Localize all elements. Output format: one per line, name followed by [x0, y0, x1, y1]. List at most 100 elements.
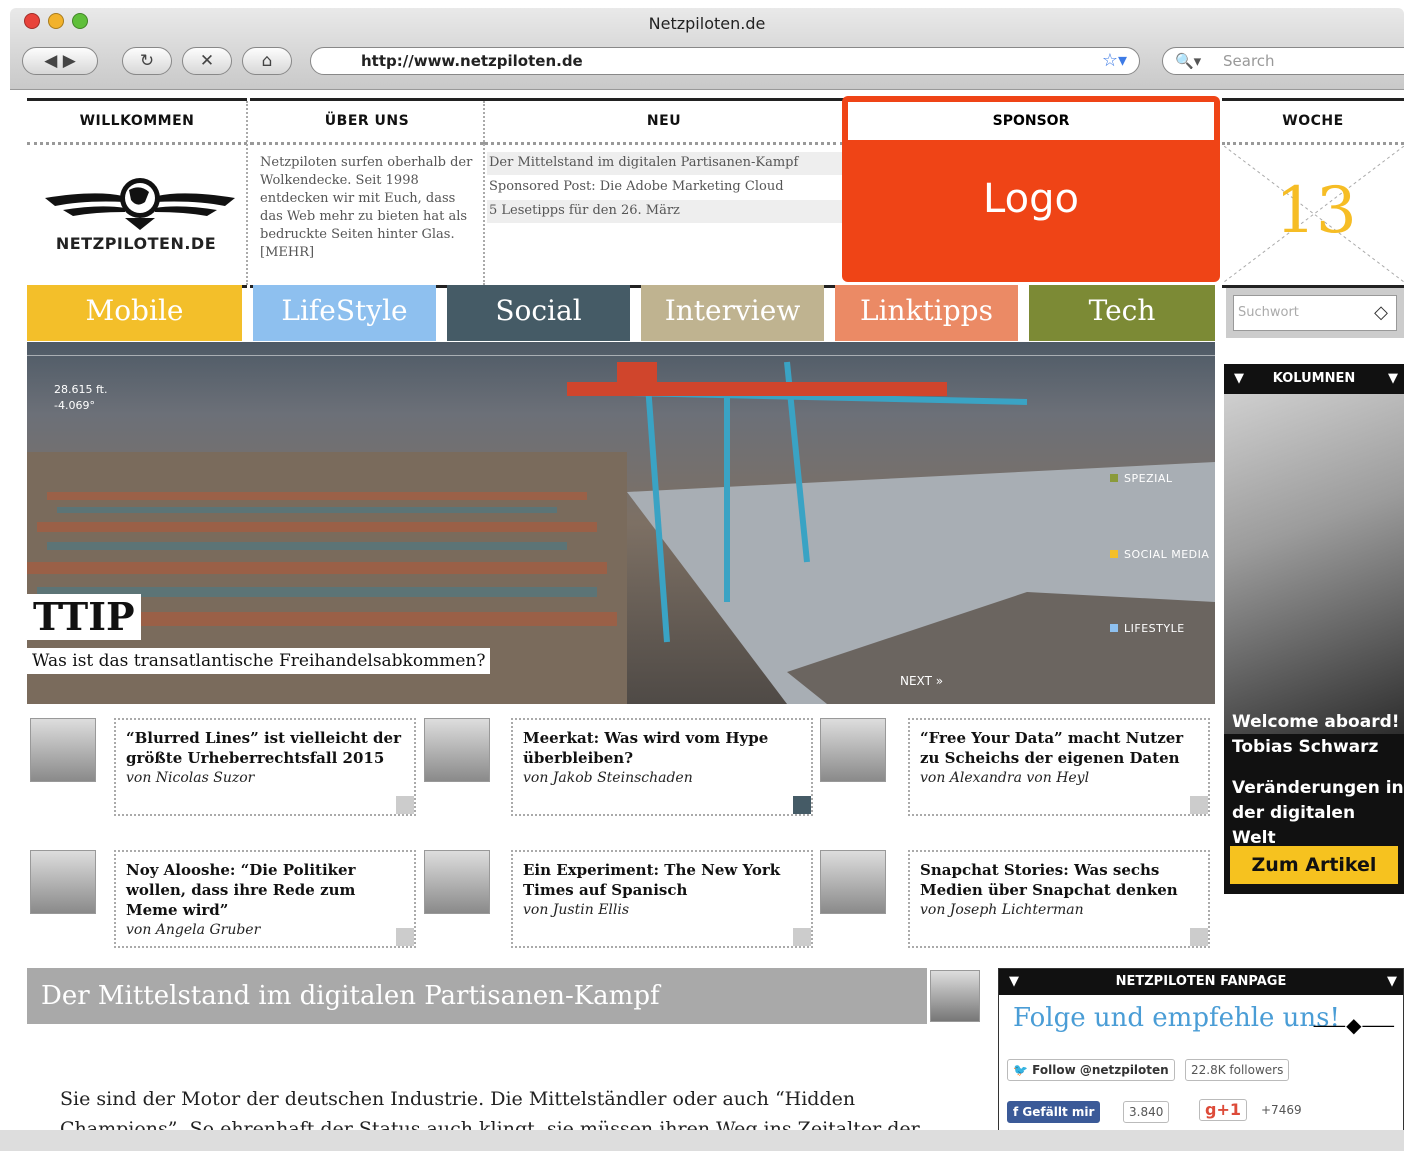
- sponsor-box[interactable]: SPONSOR Logo: [842, 96, 1220, 282]
- article-card[interactable]: “Blurred Lines” ist vielleicht der größt…: [114, 718, 416, 816]
- article-card[interactable]: Meerkat: Was wird vom Hype überbleiben? v…: [511, 718, 813, 816]
- site-search: Suchwort ◇: [1226, 288, 1404, 338]
- netzpiloten-logo-icon[interactable]: [45, 168, 235, 238]
- home-button[interactable]: ⌂: [242, 47, 292, 75]
- triangle-down-icon[interactable]: ▼: [1009, 969, 1019, 995]
- triangle-down-icon[interactable]: ▼: [1388, 364, 1398, 394]
- card-corner: [793, 796, 811, 814]
- article-author[interactable]: von Alexandra von Heyl: [920, 768, 1198, 788]
- square-icon: [1110, 474, 1118, 482]
- hero-label-social-media[interactable]: SOCIAL MEDIA: [1110, 548, 1209, 561]
- kolumnen-header[interactable]: ▼ KOLUMNEN ▼: [1224, 364, 1404, 394]
- reload-icon: ↻: [139, 51, 155, 71]
- about-text: Netzpiloten surfen oberhalb der Wolkende…: [260, 155, 473, 260]
- web-page: WILLKOMMEN ÜBER UNS NEU WOCHE NETZPILOTE…: [10, 90, 1404, 1130]
- hero-ruler: [27, 342, 1215, 356]
- neu-link-1[interactable]: Der Mittelstand im digitalen Partisanen-…: [487, 152, 842, 175]
- facebook-icon: f: [1013, 1105, 1019, 1119]
- window-title: Netzpiloten.de: [648, 14, 766, 33]
- bookmark-star-icon[interactable]: ☆▾: [1102, 48, 1127, 74]
- reload-button[interactable]: ↻: [122, 47, 172, 75]
- author-avatar[interactable]: [820, 850, 886, 914]
- fanpage-tagline: Folge und empfehle uns!: [1013, 1003, 1340, 1033]
- hero-title[interactable]: TTIP: [27, 594, 141, 640]
- search-field[interactable]: 🔍▾ Search: [1162, 47, 1404, 75]
- featured-author-avatar[interactable]: [930, 970, 980, 1022]
- triangle-down-icon[interactable]: ▼: [1387, 969, 1397, 995]
- twitter-follow-button[interactable]: 🐦 Follow @netzpiloten: [1007, 1059, 1175, 1081]
- home-icon: ⌂: [261, 51, 273, 71]
- fb-label: Gefällt mir: [1022, 1105, 1095, 1119]
- article-author[interactable]: von Justin Ellis: [523, 900, 801, 920]
- article-title[interactable]: “Blurred Lines” ist vielleicht der größt…: [126, 728, 404, 768]
- search-diamond-icon[interactable]: ◇: [1374, 296, 1388, 330]
- tab-linktipps[interactable]: Linktipps: [835, 285, 1018, 341]
- col-heading: WOCHE: [1222, 101, 1404, 145]
- card-corner: [793, 928, 811, 946]
- tab-social-media[interactable]: Social Media: [447, 285, 630, 379]
- label-text: SPEZIAL: [1124, 472, 1173, 485]
- author-avatar[interactable]: [30, 850, 96, 914]
- sponsor-heading: SPONSOR: [848, 102, 1214, 140]
- kolumnen-panel: ▼ KOLUMNEN ▼ Welcome aboard! Tobias Schwarz…: [1224, 364, 1404, 894]
- tab-tech[interactable]: Tech: [1029, 285, 1215, 341]
- article-card[interactable]: Noy Alooshe: “Die Politiker wollen, dass…: [114, 850, 416, 948]
- google-plus-icon: g: [1205, 1100, 1217, 1119]
- brand-name[interactable]: NETZPILOTEN.DE: [26, 234, 246, 253]
- sponsor-logo[interactable]: Logo: [842, 176, 1220, 222]
- google-plus-button[interactable]: g+1: [1199, 1099, 1247, 1121]
- author-avatar[interactable]: [424, 718, 490, 782]
- article-author[interactable]: von Jakob Steinschaden: [523, 768, 801, 788]
- site-search-input[interactable]: Suchwort ◇: [1233, 295, 1397, 331]
- featured-article-title[interactable]: Der Mittelstand im digitalen Partisanen-…: [27, 968, 927, 1024]
- back-forward-buttons[interactable]: ◀ ▶: [22, 47, 98, 75]
- facebook-like-count: 3.840: [1123, 1101, 1170, 1123]
- fanpage-box: ▼ NETZPILOTEN FANPAGE ▼ Folge und empfehle…: [998, 968, 1404, 1130]
- article-title[interactable]: “Free Your Data” macht Nutzer zu Scheich…: [920, 728, 1198, 768]
- search-icon: 🔍▾: [1175, 52, 1202, 70]
- col-heading: NEU: [484, 101, 844, 145]
- hero-subtitle[interactable]: Was ist das transatlantische Freihandels…: [27, 648, 491, 674]
- woche-number[interactable]: 13: [1228, 174, 1404, 248]
- author-avatar[interactable]: [424, 850, 490, 914]
- neu-link-3[interactable]: 5 Lesetipps für den 26. März: [487, 200, 842, 223]
- stop-button[interactable]: ✕: [182, 47, 232, 75]
- hero-label-spezial[interactable]: SPEZIAL: [1110, 472, 1173, 485]
- back-icon[interactable]: ◀: [44, 51, 57, 71]
- article-author[interactable]: von Angela Gruber: [126, 920, 404, 940]
- article-author[interactable]: von Joseph Lichterman: [920, 900, 1198, 920]
- article-title[interactable]: Meerkat: Was wird vom Hype überbleiben?: [523, 728, 801, 768]
- line: Welcome aboard!: [1232, 712, 1400, 732]
- article-title[interactable]: Snapchat Stories: Was sechs Medien über …: [920, 860, 1198, 900]
- twitter-label: Follow @netzpiloten: [1032, 1063, 1169, 1077]
- hero-coordinates: 28.615 ft. -4.069°: [54, 382, 107, 414]
- card-corner: [396, 796, 414, 814]
- tab-mobile[interactable]: Mobile: [27, 285, 242, 341]
- search-placeholder: Search: [1223, 52, 1275, 70]
- zum-artikel-button[interactable]: Zum Artikel: [1230, 846, 1398, 884]
- triangle-down-icon[interactable]: ▼: [1234, 364, 1244, 394]
- article-title[interactable]: Noy Alooshe: “Die Politiker wollen, dass…: [126, 860, 404, 920]
- article-title[interactable]: Ein Experiment: The New York Times auf S…: [523, 860, 801, 900]
- kolumnen-headline: Welcome aboard! Tobias Schwarz: [1232, 710, 1400, 760]
- twitter-followers-count: 22.8K followers: [1185, 1059, 1290, 1081]
- neu-link-2[interactable]: Sponsored Post: Die Adobe Marketing Clou…: [487, 176, 842, 199]
- fanpage-header[interactable]: ▼ NETZPILOTEN FANPAGE ▼: [999, 969, 1403, 995]
- hero-next-button[interactable]: NEXT »: [900, 674, 943, 688]
- address-bar[interactable]: http://www.netzpiloten.de ☆▾: [310, 47, 1140, 75]
- forward-icon[interactable]: ▶: [63, 51, 76, 71]
- author-avatar[interactable]: [30, 718, 96, 782]
- article-card[interactable]: Snapchat Stories: Was sechs Medien über …: [908, 850, 1210, 948]
- article-card[interactable]: Ein Experiment: The New York Times auf S…: [511, 850, 813, 948]
- author-portrait[interactable]: [1224, 394, 1404, 734]
- horizontal-scrollbar[interactable]: [0, 1130, 1404, 1151]
- chevron-right-icon: »: [935, 674, 944, 688]
- facebook-like-button[interactable]: f Gefällt mir: [1007, 1101, 1101, 1123]
- tab-lifestyle[interactable]: LifeStyle: [253, 285, 436, 341]
- article-card[interactable]: “Free Your Data” macht Nutzer zu Scheich…: [908, 718, 1210, 816]
- hero-label-lifestyle[interactable]: LIFESTYLE: [1110, 622, 1185, 635]
- fanpage-title: NETZPILOTEN FANPAGE: [1115, 974, 1287, 989]
- author-avatar[interactable]: [820, 718, 886, 782]
- article-author[interactable]: von Nicolas Suzor: [126, 768, 404, 788]
- tab-interview[interactable]: Interview: [641, 285, 824, 341]
